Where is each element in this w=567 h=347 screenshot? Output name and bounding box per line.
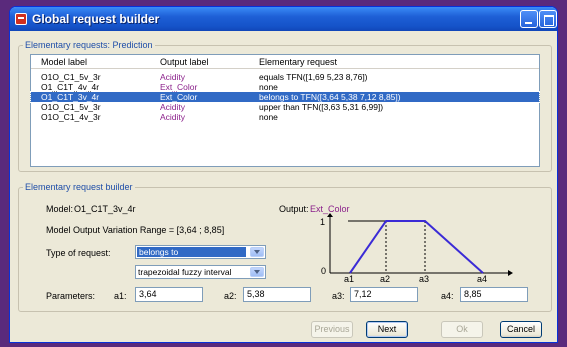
param-a2-input[interactable]: 5,38	[243, 287, 311, 302]
next-button[interactable]: Next	[366, 321, 408, 338]
requests-list[interactable]: Model label Output label Elementary requ…	[30, 54, 540, 167]
cell-request: none	[259, 112, 278, 122]
global-request-builder-window: Global request builder Elementary reques…	[9, 6, 558, 343]
previous-button[interactable]: Previous	[311, 321, 353, 338]
column-header-model[interactable]: Model label	[41, 57, 87, 67]
cell-request: upper than TFN([3,63 5,31 6,99])	[259, 102, 384, 112]
x-label-a3: a3	[419, 274, 429, 283]
trapezoid-diagram: 1 0 a1 a2 a3 a4	[320, 213, 513, 283]
request-type-select[interactable]: belongs to	[135, 245, 266, 259]
param-a2-label: a2:	[224, 291, 237, 301]
chevron-down-icon[interactable]	[250, 247, 264, 257]
param-a3-input[interactable]: 7,12	[350, 287, 418, 302]
request-type-value: belongs to	[137, 247, 246, 257]
minimize-button[interactable]	[520, 10, 538, 28]
ok-button[interactable]: Ok	[441, 321, 483, 338]
param-a1-input[interactable]: 3,64	[135, 287, 203, 302]
cell-model: O1_C1T_4v_4r	[41, 82, 100, 92]
param-a1-label: a1:	[114, 291, 127, 301]
chevron-down-icon[interactable]	[250, 267, 264, 277]
x-label-a2: a2	[380, 274, 390, 283]
param-a4-label: a4:	[441, 291, 454, 301]
maximize-button[interactable]	[539, 10, 557, 28]
model-value: O1_C1T_3v_4r	[74, 204, 136, 214]
x-label-a1: a1	[344, 274, 354, 283]
cell-output: Acidity	[160, 72, 186, 82]
cell-output: Acidity	[160, 102, 186, 112]
table-row[interactable]: O1O_C1_5v_3r Acidity equals TFN([1,69 5,23…	[31, 72, 539, 82]
list-header: Model label Output label Elementary requ…	[31, 55, 539, 69]
table-row[interactable]: O1O_C1_4v_3r Acidity none	[31, 112, 539, 122]
param-a3-label: a3:	[332, 291, 345, 301]
column-header-output[interactable]: Output label	[160, 57, 209, 67]
cell-output: Ext_Color	[160, 92, 198, 102]
x-label-a4: a4	[477, 274, 487, 283]
request-builder-title: Elementary request builder	[23, 182, 135, 192]
cell-model: O1_C1T_3v_4r	[41, 92, 100, 102]
table-row[interactable]: O1O_C1_5v_3r Acidity upper than TFN([3,63 …	[31, 102, 539, 112]
elementary-requests-title: Elementary requests: Prediction	[23, 40, 155, 50]
column-header-request[interactable]: Elementary request	[259, 57, 337, 67]
y-bottom-label: 0	[321, 266, 326, 276]
window-title: Global request builder	[32, 12, 160, 26]
y-top-label: 1	[320, 217, 325, 227]
cell-request: equals TFN([1,69 5,23 8,76])	[259, 72, 368, 82]
cell-model: O1O_C1_4v_3r	[41, 112, 101, 122]
table-row[interactable]: O1_C1T_4v_4r Ext_Color none	[31, 82, 539, 92]
type-of-request-label: Type of request:	[46, 248, 111, 258]
interval-type-value: trapezoidal fuzzy interval	[138, 267, 232, 277]
interval-type-select[interactable]: trapezoidal fuzzy interval	[135, 265, 266, 279]
title-bar[interactable]: Global request builder	[10, 7, 557, 31]
trapezoid-shape	[349, 220, 484, 274]
cell-model: O1O_C1_5v_3r	[41, 72, 101, 82]
app-icon	[15, 13, 27, 25]
parameters-label: Parameters:	[46, 291, 96, 301]
cell-request: none	[259, 82, 278, 92]
cell-model: O1O_C1_5v_3r	[41, 102, 101, 112]
x-axis-arrow	[508, 270, 513, 276]
y-axis-arrow	[327, 213, 333, 217]
model-label: Model:	[46, 204, 74, 214]
output-label: Output:	[279, 204, 309, 214]
cancel-button[interactable]: Cancel	[500, 321, 542, 338]
param-a4-input[interactable]: 8,85	[460, 287, 528, 302]
cell-output: Acidity	[160, 112, 186, 122]
cell-output: Ext_Color	[160, 82, 198, 92]
range-text: Model Output Variation Range = [3,64 ; 8…	[46, 225, 225, 235]
cell-request: belongs to TFN([3,64 5,38 7,12 8,85])	[259, 92, 401, 102]
table-row[interactable]: O1_C1T_3v_4r Ext_Color belongs to TFN([3,6…	[30, 91, 540, 103]
